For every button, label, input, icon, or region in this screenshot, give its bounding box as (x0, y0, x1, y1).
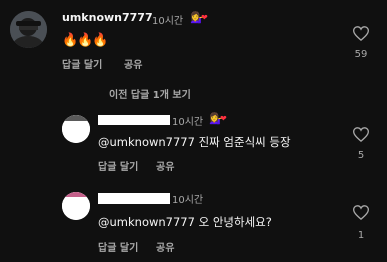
comment-text: 🔥🔥🔥 (62, 33, 109, 48)
reply-button[interactable]: 답글 달기 (98, 158, 138, 173)
like-count: 1 (357, 230, 365, 241)
reply-text: @umknown7777 진짜 엄준식씨 등장 (98, 135, 291, 149)
reply-text: @umknown7777 오 안녕하세요? (98, 215, 272, 229)
share-button[interactable]: 공유 (124, 56, 142, 71)
avatar[interactable] (10, 11, 47, 48)
share-button[interactable]: 공유 (156, 239, 174, 254)
avatar[interactable] (62, 115, 90, 143)
heart-outline-icon[interactable] (353, 26, 369, 41)
like-count: 5 (357, 150, 365, 161)
reply-button[interactable]: 답글 달기 (62, 56, 102, 71)
share-button[interactable]: 공유 (156, 158, 174, 173)
heart-outline-icon[interactable] (353, 127, 369, 142)
comments-screen: { "comments": [ { "username": "umknown77… (0, 0, 387, 262)
reply-time: 10시간 (172, 195, 204, 206)
avatar[interactable] (62, 192, 90, 220)
redacted-username (98, 115, 170, 125)
red-heart-icon: ❤ (201, 13, 208, 22)
red-heart-icon: ❤ (220, 114, 227, 123)
redacted-username (98, 193, 170, 204)
reply-time: 10시간 (172, 117, 204, 128)
comment-username[interactable]: umknown7777 (62, 11, 153, 24)
like-count: 59 (354, 49, 368, 60)
comment-time: 10시간 (152, 16, 184, 27)
view-previous-replies-button[interactable]: 이전 답글 1개 보기 (109, 86, 191, 101)
reply-button[interactable]: 답글 달기 (98, 239, 138, 254)
heart-outline-icon[interactable] (353, 205, 369, 220)
